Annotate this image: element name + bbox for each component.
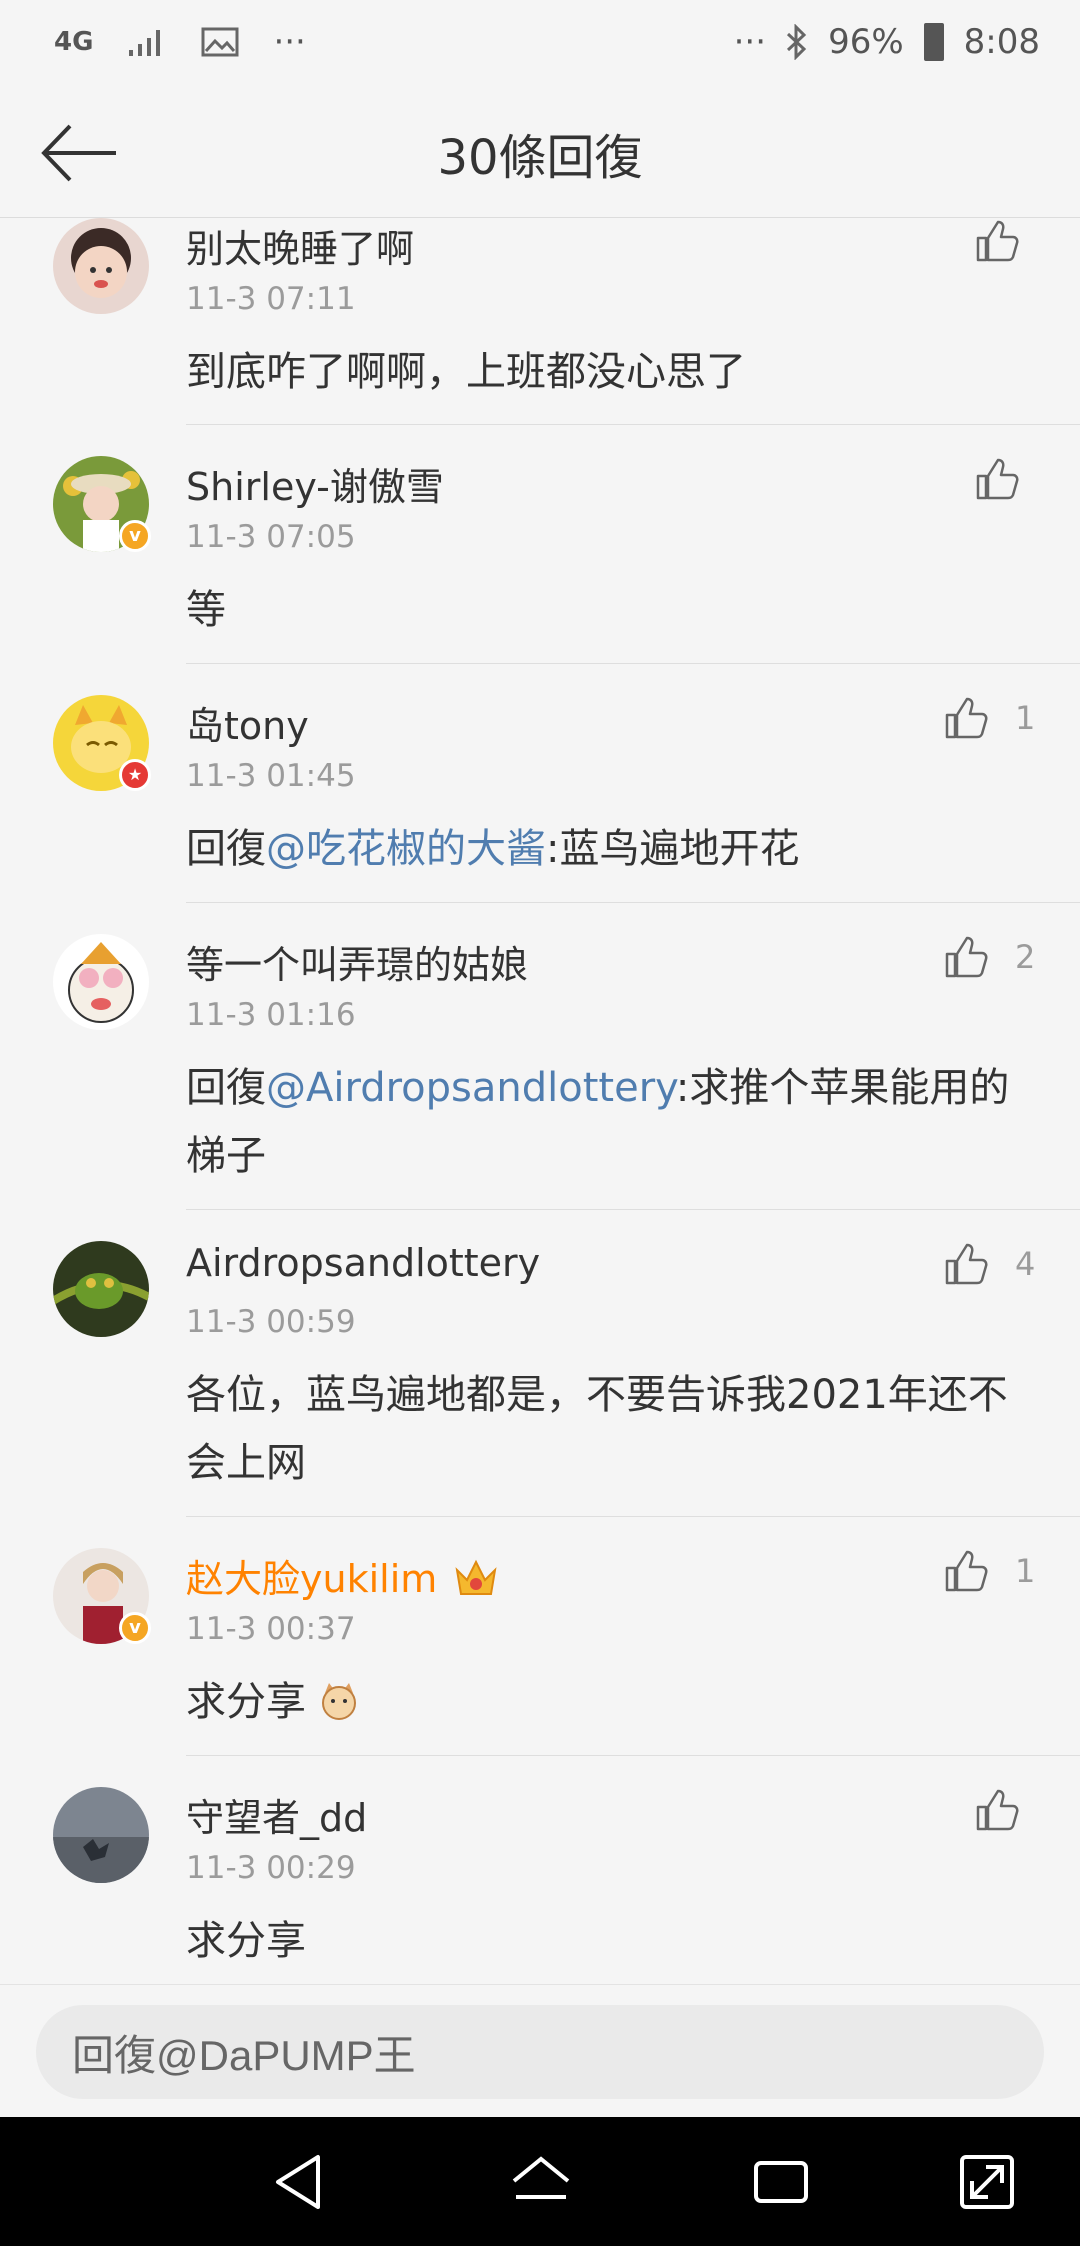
network-4g-icon: 4G [54, 27, 94, 57]
nav-recents-icon[interactable] [750, 2151, 812, 2213]
like-icon [945, 1550, 988, 1592]
like-icon [945, 1243, 988, 1285]
comment-author[interactable]: Shirley-谢傲雪 [186, 456, 444, 511]
comment-list[interactable]: 别太晚睡了啊 11-3 07:11 到底咋了啊啊，上班都没心思了 v Shirl… [0, 218, 1080, 1984]
more-notifications-icon: ··· [273, 22, 306, 62]
comment-time: 11-3 07:11 [186, 281, 356, 317]
reply-input[interactable]: 回復@DaPUMP王 [36, 2005, 1044, 2099]
like-count: 1 [1015, 699, 1036, 737]
avatar[interactable] [53, 218, 149, 314]
comment-time: 11-3 00:29 [186, 1850, 356, 1886]
like-button[interactable]: 4 [943, 1241, 1035, 1287]
signal-icon [129, 30, 161, 56]
reply-prefix: 回復 [186, 1065, 266, 1111]
like-count: 1 [1015, 1552, 1036, 1590]
clock: 8:08 [963, 22, 1040, 62]
like-icon [945, 697, 988, 739]
comment-text: 等 [186, 587, 226, 633]
mention-link[interactable]: @吃花椒的大酱 [266, 826, 546, 872]
like-button[interactable]: 1 [943, 1548, 1035, 1594]
vip-crown-icon [455, 1559, 497, 1595]
status-bar: 4G ··· ··· 96% 8:08 [0, 0, 1080, 90]
comment-body: :蓝鸟遍地开花 [546, 826, 800, 872]
bluetooth-icon [787, 24, 807, 60]
comment-author[interactable]: 等一个叫弄璟的姑娘 [186, 934, 528, 989]
member-badge-icon: ★ [119, 759, 151, 791]
avatar[interactable] [53, 1787, 149, 1883]
battery-percent: 96% [828, 22, 904, 62]
battery-icon [923, 23, 944, 61]
comment-text: 各位，蓝鸟遍地都是，不要告诉我2021年还不会上网 [186, 1372, 1008, 1486]
comment-time: 11-3 00:59 [186, 1304, 356, 1340]
comment-author[interactable]: 赵大脸yukilim [186, 1548, 499, 1603]
comment-item: 别太晚睡了啊 11-3 07:11 到底咋了啊啊，上班都没心思了 [53, 218, 1080, 425]
comment-author[interactable]: Airdropsandlottery [186, 1241, 540, 1285]
like-icon [976, 458, 1019, 500]
nav-home-icon[interactable] [510, 2151, 572, 2213]
header: 30條回復 [0, 90, 1080, 218]
avatar[interactable]: v [53, 1548, 151, 1644]
like-button[interactable] [974, 456, 1046, 502]
like-icon [976, 1789, 1019, 1831]
comment-item: ★ 岛tony 11-3 01:45 回復@吃花椒的大酱:蓝鸟遍地开花 1 [53, 664, 1080, 903]
avatar[interactable]: v [53, 456, 151, 552]
comment-item: Airdropsandlottery 11-3 00:59 各位，蓝鸟遍地都是，… [53, 1210, 1080, 1517]
like-button[interactable]: 2 [943, 934, 1035, 980]
image-notification-icon [201, 27, 239, 57]
comment-body: 求分享 [186, 1679, 306, 1725]
mention-link[interactable]: @Airdropsandlottery [266, 1065, 676, 1111]
comment-text: 求分享 [186, 1668, 1026, 1736]
comment-time: 11-3 01:45 [186, 758, 356, 794]
comment-text: 回復@吃花椒的大酱:蓝鸟遍地开花 [186, 815, 1026, 883]
comment-text: 到底咋了啊啊，上班都没心思了 [186, 349, 746, 395]
more-status-icon: ··· [733, 22, 767, 62]
reply-bar: 回復@DaPUMP王 [0, 1984, 1080, 2118]
comment-author[interactable]: 岛tony [186, 695, 309, 750]
like-count: 2 [1015, 938, 1036, 976]
like-icon [976, 220, 1019, 262]
like-button[interactable] [974, 218, 1046, 264]
avatar[interactable] [53, 934, 149, 1030]
comment-item: v 赵大脸yukilim 11-3 00:37 求分享 1 [53, 1517, 1080, 1756]
like-button[interactable]: 1 [943, 695, 1035, 741]
comment-author[interactable]: 别太晚睡了啊 [186, 218, 414, 273]
comment-time: 11-3 01:16 [186, 997, 356, 1033]
reply-prefix: 回復 [186, 826, 266, 872]
comment-text: 求分享 [186, 1918, 306, 1964]
comment-time: 11-3 07:05 [186, 519, 356, 555]
navigation-bar [0, 2117, 1080, 2246]
comment-item: 等一个叫弄璟的姑娘 11-3 01:16 回復@Airdropsandlotte… [53, 903, 1080, 1210]
avatar[interactable] [53, 1241, 149, 1337]
avatar[interactable]: ★ [53, 695, 151, 791]
like-button[interactable] [974, 1787, 1046, 1833]
nav-expand-icon[interactable] [956, 2151, 1018, 2213]
nav-back-icon[interactable] [270, 2151, 332, 2213]
comment-author[interactable]: 守望者_dd [186, 1787, 367, 1842]
comment-time: 11-3 00:37 [186, 1611, 356, 1647]
cat-emoji-icon [321, 1683, 356, 1720]
author-name: 赵大脸yukilim [186, 1557, 438, 1601]
verified-badge-icon: v [119, 1612, 151, 1644]
comment-text: 回復@Airdropsandlottery:求推个苹果能用的梯子 [186, 1054, 1026, 1190]
reply-placeholder: 回復@DaPUMP王 [72, 2031, 416, 2079]
comment-item: v Shirley-谢傲雪 11-3 07:05 等 [53, 425, 1080, 664]
like-icon [945, 936, 988, 978]
comment-item: 守望者_dd 11-3 00:29 求分享 [53, 1756, 1080, 1984]
verified-badge-icon: v [119, 520, 151, 552]
like-count: 4 [1015, 1245, 1036, 1283]
page-title: 30條回復 [437, 130, 643, 186]
